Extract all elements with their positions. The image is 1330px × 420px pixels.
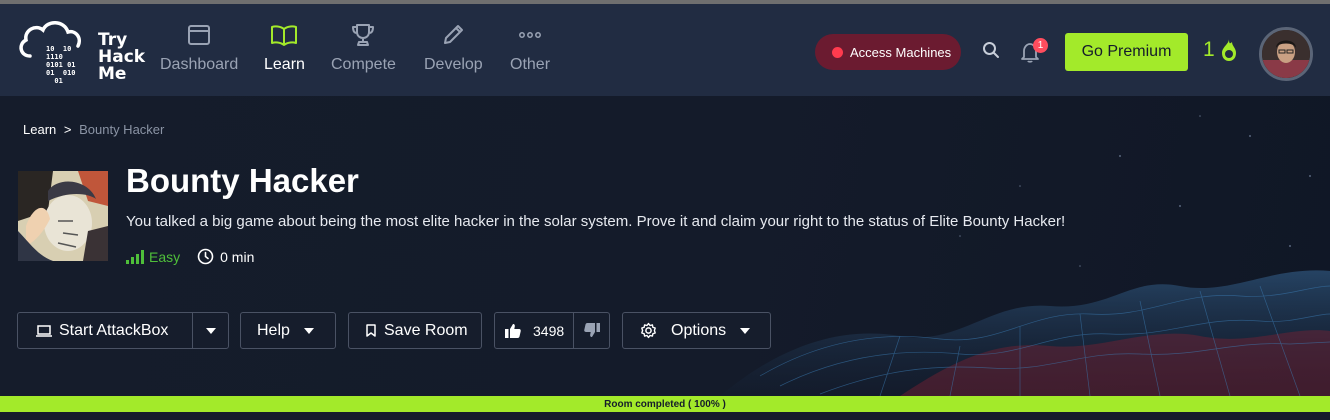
nav-dashboard-label: Dashboard	[160, 56, 239, 73]
help-button[interactable]: Help	[240, 312, 336, 349]
thumbs-down-icon	[583, 323, 600, 337]
room-progress-bar: Room completed ( 100% )	[0, 396, 1330, 412]
nav-dashboard[interactable]: Dashboard	[160, 20, 238, 74]
avatar-photo	[1262, 30, 1310, 78]
pencil-icon	[441, 20, 465, 50]
laptop-icon	[36, 324, 52, 337]
nav-develop-label: Develop	[424, 56, 483, 73]
chevron-down-icon	[740, 327, 751, 334]
more-icon	[519, 20, 541, 50]
go-premium-button[interactable]: Go Premium	[1065, 33, 1188, 71]
duration-label: 0 min	[220, 248, 255, 265]
notification-badge: 1	[1033, 38, 1048, 53]
chevron-down-icon	[303, 327, 314, 334]
bookmark-icon	[366, 324, 376, 337]
nav-learn-label: Learn	[264, 56, 305, 73]
breadcrumb-learn-link[interactable]: Learn	[23, 122, 56, 137]
flame-icon	[1221, 39, 1236, 61]
chevron-down-icon	[205, 327, 216, 334]
save-room-label: Save Room	[384, 321, 468, 339]
room-progress-label: Room completed ( 100% )	[604, 398, 726, 410]
vote-button-group: 3498	[494, 312, 610, 349]
nav-other-label: Other	[510, 56, 551, 73]
thumbs-up-icon	[505, 324, 521, 338]
attackbox-button-group: Start AttackBox	[17, 312, 229, 349]
page-bottom	[0, 412, 1330, 420]
room-thumbnail-art	[18, 171, 108, 261]
nav-develop[interactable]: Develop	[424, 20, 483, 74]
search-icon[interactable]	[982, 41, 1000, 64]
book-icon	[270, 20, 298, 50]
tryhackme-logo[interactable]: 10 10 1110 0101 01 01 010 01 Try Hack Me	[16, 16, 145, 88]
logo-binary: 10 10 1110 0101 01 01 010 01	[46, 45, 76, 85]
room-title: Bounty Hacker	[126, 162, 359, 199]
streak-count: 1	[1203, 38, 1215, 61]
difficulty-signal-icon	[126, 249, 144, 264]
nav-learn[interactable]: Learn	[264, 20, 305, 74]
dislike-button[interactable]	[574, 313, 609, 348]
logo-wordmark: Try Hack Me	[98, 30, 146, 84]
hero-background-art	[720, 115, 1330, 396]
streak-counter[interactable]: 1	[1203, 38, 1239, 62]
clock-icon	[197, 248, 214, 265]
options-button[interactable]: Options	[622, 312, 771, 349]
nav-compete[interactable]: Compete	[331, 20, 396, 74]
status-dot-icon	[832, 46, 843, 58]
options-label: Options	[671, 321, 727, 339]
attackbox-dropdown-toggle[interactable]	[193, 313, 228, 348]
nav-compete-label: Compete	[331, 56, 396, 73]
save-room-button[interactable]: Save Room	[348, 312, 482, 349]
like-button[interactable]: 3498	[495, 313, 573, 348]
difficulty-label: Easy	[149, 248, 181, 265]
breadcrumb-separator: >	[63, 122, 72, 137]
like-count: 3498	[533, 322, 565, 339]
dashboard-icon	[187, 20, 211, 50]
room-thumbnail	[18, 171, 108, 261]
room-hero: Learn > Bounty Hacker Bounty Hacker You …	[0, 96, 1330, 396]
user-avatar[interactable]	[1259, 27, 1313, 81]
breadcrumb-current: Bounty Hacker	[79, 122, 165, 137]
help-label: Help	[257, 321, 290, 339]
access-machines-button[interactable]: Access Machines	[815, 34, 961, 70]
room-description: You talked a big game about being the mo…	[126, 213, 1066, 230]
start-attackbox-button[interactable]: Start AttackBox	[18, 313, 192, 348]
gear-icon	[641, 322, 656, 339]
access-machines-label: Access Machines	[850, 44, 952, 60]
trophy-icon	[350, 20, 376, 50]
breadcrumb: Learn > Bounty Hacker	[23, 122, 164, 137]
room-meta: Easy 0 min	[126, 248, 254, 265]
nav-other[interactable]: Other	[510, 20, 550, 74]
duration: 0 min	[197, 248, 254, 265]
navbar: 10 10 1110 0101 01 01 010 01 Try Hack Me…	[0, 4, 1330, 96]
start-attackbox-label: Start AttackBox	[59, 321, 169, 339]
